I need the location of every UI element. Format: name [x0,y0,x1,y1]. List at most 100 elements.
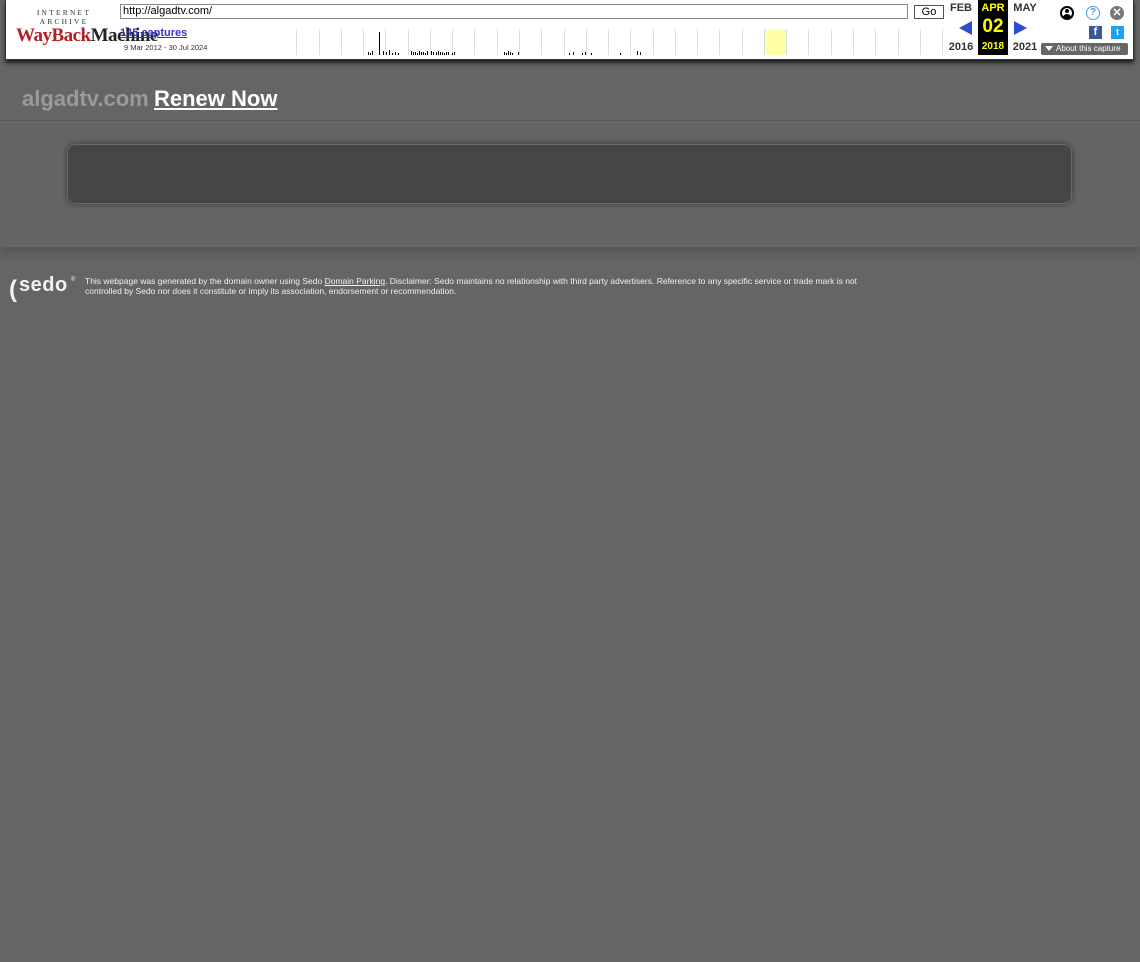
help-icon[interactable]: ? [1086,6,1100,20]
user-account-icon[interactable] [1060,6,1074,20]
current-day-label: 02 [982,16,1004,37]
capture-tick [415,52,416,55]
year-column[interactable] [475,29,498,55]
capture-tick [398,53,399,55]
about-capture-label: About this capture [1056,44,1121,53]
next-capture-arrow-icon[interactable] [1014,21,1027,35]
logo-wordmark: WayBackMachine [16,25,158,46]
capture-tick [431,51,432,55]
capture-tick [640,52,641,55]
year-column[interactable] [654,29,676,55]
capture-tick [383,51,384,55]
year-column[interactable] [876,29,899,55]
parked-page-header: algadtv.com Renew Now [0,76,1140,121]
capture-tick [425,53,426,55]
capture-tick [508,51,509,55]
logo-internet-archive-text: INTERNET ARCHIVE [36,8,92,26]
year-column[interactable] [787,29,810,55]
twitter-share-icon[interactable]: t [1111,26,1124,39]
domain-name: algadtv.com [22,86,149,111]
year-column[interactable] [453,29,476,55]
capture-tick [389,50,390,55]
capture-tick [573,52,574,55]
capture-tick [386,52,387,55]
year-column[interactable] [542,29,565,55]
year-column[interactable] [587,29,610,55]
capture-tick [372,51,373,55]
capture-tick [436,52,437,55]
year-column[interactable] [720,29,743,55]
about-capture-button[interactable]: About this capture [1041,43,1128,55]
capture-tick [419,51,420,55]
capture-tick [421,52,422,55]
year-column[interactable] [743,29,765,55]
capture-tick [433,52,434,55]
year-column[interactable] [275,29,298,55]
year-column[interactable] [520,29,543,55]
capture-tick [440,52,441,55]
capture-tick [368,52,369,55]
capture-tick [438,51,439,55]
url-input[interactable]: http://algadtv.com/ [120,4,908,19]
capture-tick [427,51,428,55]
capture-tick [585,52,586,55]
capture-date-range: 9 Mar 2012 - 30 Jul 2024 [124,43,208,52]
capture-tick [591,53,592,55]
dropdown-triangle-icon [1045,46,1053,52]
capture-tick [423,52,424,55]
year-column[interactable] [676,29,699,55]
capture-tick [446,52,447,55]
sedo-logo[interactable]: ( sedo ® [9,274,79,304]
domain-parking-link[interactable]: Domain Parking [325,276,385,286]
prev-year-label[interactable]: 2016 [946,41,976,53]
renew-now-link[interactable]: Renew Now [154,86,277,112]
capture-tick [582,53,583,55]
year-column[interactable] [809,29,832,55]
capture-tick [518,52,519,55]
capture-tick [395,52,396,55]
capture-tick [370,53,371,55]
year-column[interactable] [764,29,788,55]
next-month-label[interactable]: MAY [1010,2,1040,14]
capture-tick [444,53,445,55]
year-column[interactable] [320,29,342,55]
wayback-logo[interactable]: INTERNET ARCHIVE WayBackMachine [16,8,158,48]
year-column[interactable] [899,29,921,55]
current-year-label: 2018 [981,41,1005,52]
capture-sparkline[interactable] [275,29,944,55]
captures-link[interactable]: 145 captures [120,27,187,39]
capture-tick [504,52,505,55]
year-column[interactable] [854,29,877,55]
year-column[interactable] [609,29,632,55]
close-icon[interactable]: ✕ [1110,6,1124,20]
capture-tick [454,52,455,55]
capture-tick [411,51,412,55]
current-month-label: APR [981,2,1005,14]
capture-tick [417,53,418,55]
capture-tick [379,32,380,55]
next-year-label[interactable]: 2021 [1010,41,1040,53]
year-column[interactable] [631,29,654,55]
capture-tick [620,53,621,55]
wayback-toolbar: INTERNET ARCHIVE WayBackMachine http://a… [5,0,1134,60]
capture-tick [442,52,443,55]
capture-tick [569,53,570,55]
prev-month-label[interactable]: FEB [946,2,976,14]
capture-tick [506,53,507,55]
year-column[interactable] [342,29,365,55]
year-column[interactable] [565,29,587,55]
footer-disclaimer: This webpage was generated by the domain… [85,276,858,296]
year-column[interactable] [921,29,944,55]
year-column[interactable] [698,29,721,55]
ads-container [67,144,1072,204]
go-button[interactable]: Go [914,5,944,19]
year-column[interactable] [297,29,320,55]
capture-tick [452,53,453,55]
capture-tick [392,53,393,55]
capture-tick [510,52,511,55]
prev-capture-arrow-icon[interactable] [959,21,972,35]
capture-tick [637,51,638,55]
capture-tick [512,53,513,55]
facebook-share-icon[interactable]: f [1089,26,1102,39]
year-column[interactable] [832,29,855,55]
